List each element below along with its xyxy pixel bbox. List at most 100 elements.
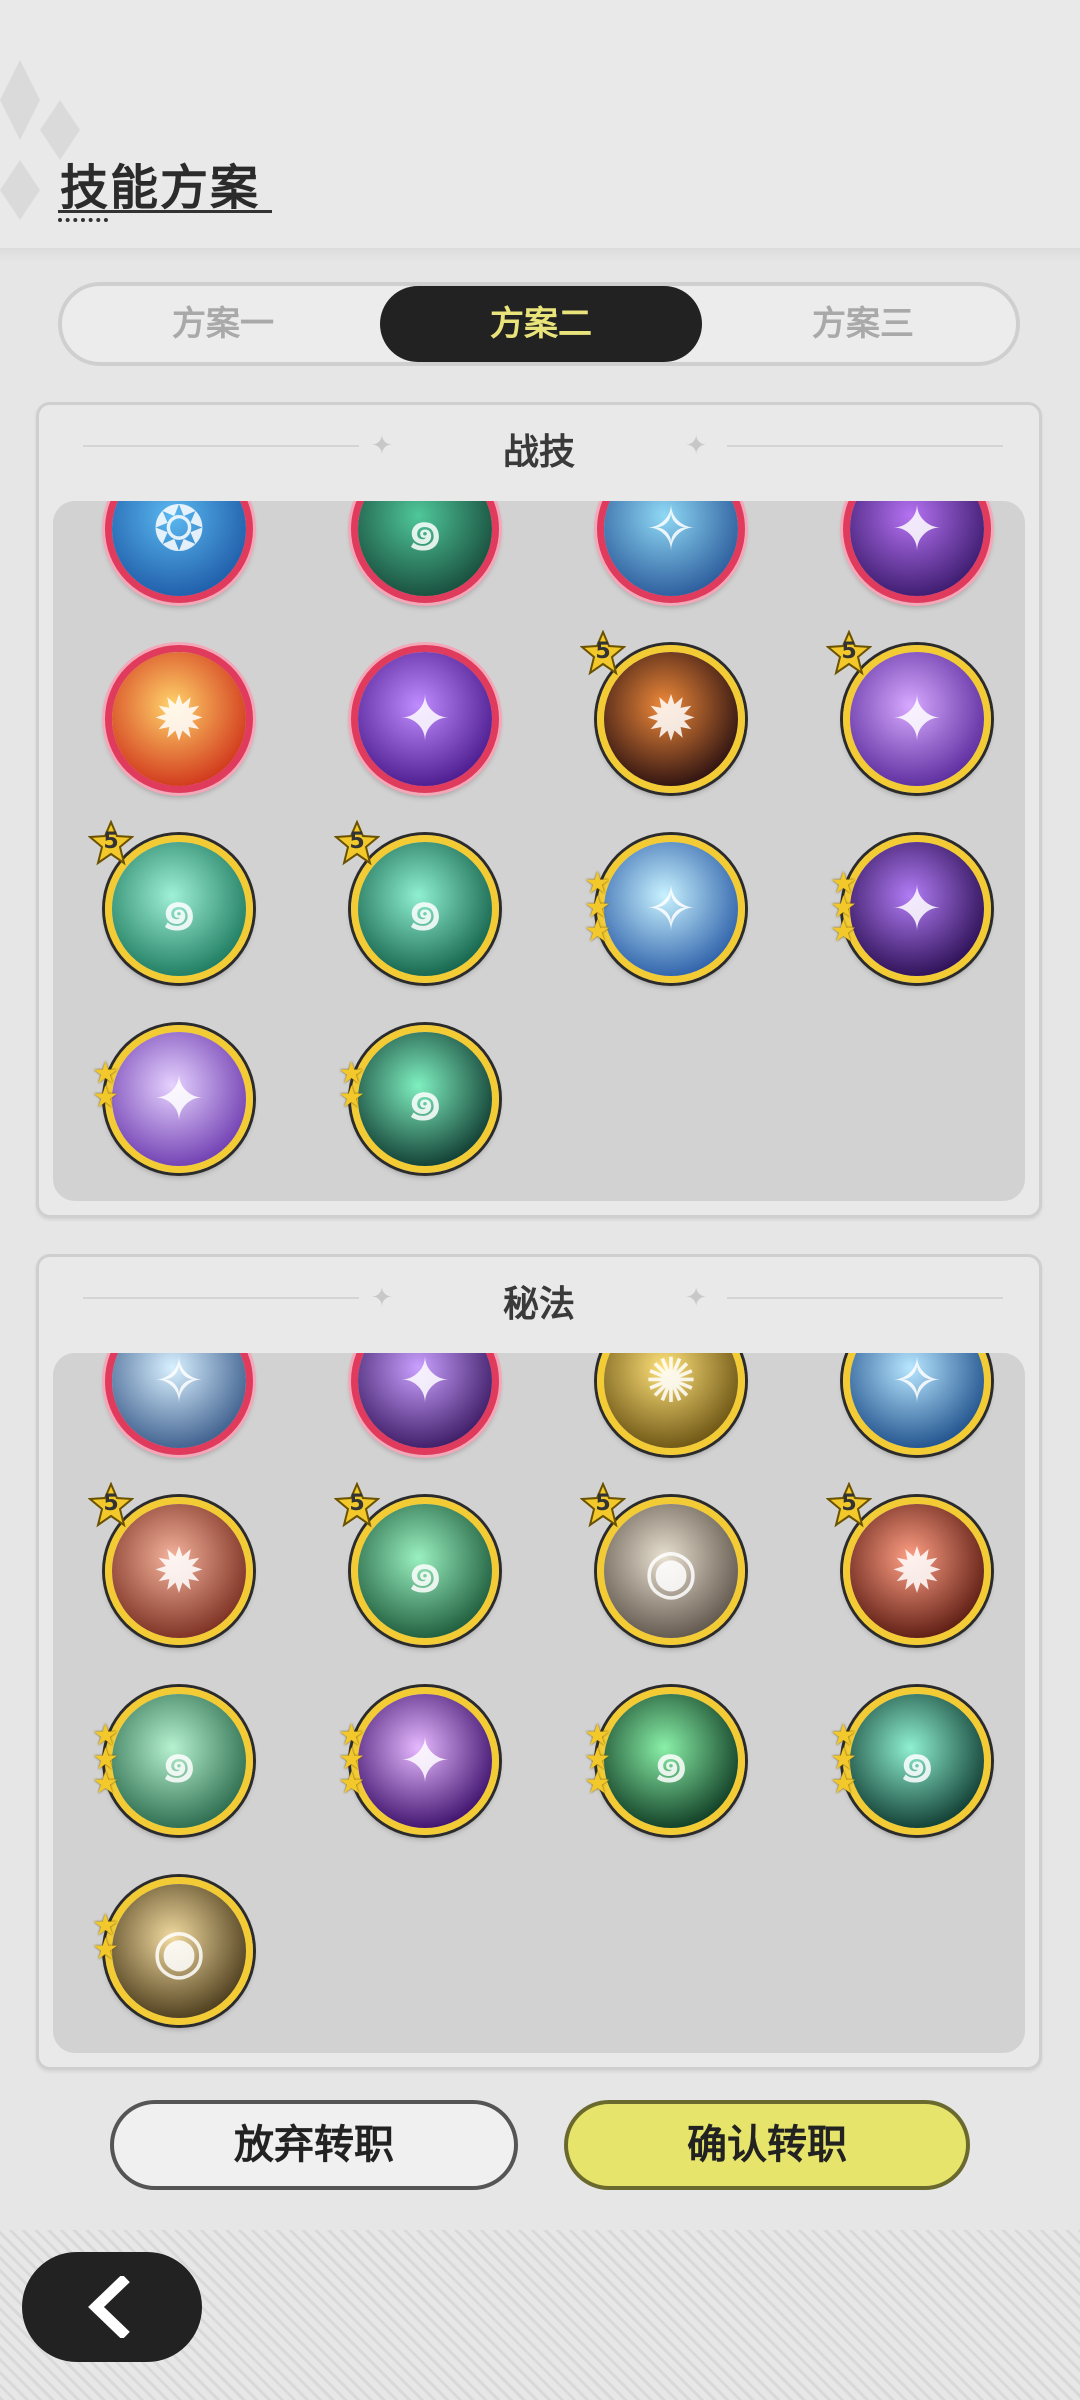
sparkle-icon: ✦	[685, 431, 707, 461]
fire-orb-icon: ✹	[153, 682, 205, 755]
arcane-skill-icon[interactable]: ✹ 5	[825, 1481, 991, 1645]
star-icon: ★	[338, 1766, 365, 1801]
star-rating: ★ ★ ★	[830, 869, 860, 949]
arcane-skills-panel: ✦ 秘法 ✦ ✧✦✺5✧5✹5๑5◉5✹5๑★★★✦★★★๑★★★๑★★★◉★★	[36, 1254, 1042, 2070]
arcane-skill-icon[interactable]: ✺5	[597, 1353, 745, 1455]
arcane-skill-icon[interactable]: ◉ 5	[579, 1481, 745, 1645]
star-rating: ★ ★ ★	[338, 1721, 368, 1801]
wind-figure-icon: ๑	[897, 1724, 937, 1797]
combat-skill-icon[interactable]: ✧ ★ ★ ★	[584, 835, 745, 983]
combat-skill-icon[interactable]: ✦	[843, 501, 991, 603]
star-rating: ★ ★ ★	[584, 869, 614, 949]
tab-scheme-3[interactable]: 方案三	[702, 286, 1024, 362]
star-icon: ★	[92, 1080, 119, 1115]
combat-skills-panel: ✦ 战技 ✦ ❂ ๑ ✧ ✦ ✹ ✦ ✹ 5 ✦ 5 ๑ 5 ๑ 5 ✧ ★ ★ ★ ✦ ★ ★ ★ ✦ ★ ★ ๑ ★ ★	[36, 402, 1042, 1218]
back-button[interactable]	[22, 2252, 202, 2362]
rank-number: 5	[103, 829, 119, 854]
combat-skill-icon[interactable]: ✦ 5	[825, 629, 991, 793]
ice-burst-icon: ✧	[645, 872, 697, 945]
wind-pillar-icon: ๑	[651, 1724, 691, 1797]
panel-title-arcane: 秘法	[502, 1284, 575, 1325]
void-flower-icon: ✦	[153, 1062, 205, 1135]
star-rating: ★ ★	[338, 1059, 368, 1115]
arcane-skill-icon[interactable]: ๑ ★ ★ ★	[830, 1687, 991, 1835]
void-crest-icon: ✦	[399, 682, 451, 755]
confirm-job-change-button[interactable]: 确认转职	[564, 2100, 970, 2190]
combat-skill-icon[interactable]: ✦ ★ ★ ★	[830, 835, 991, 983]
title-underline	[58, 210, 272, 213]
divider-line	[727, 1297, 1003, 1299]
rank-badge: 5	[579, 1481, 627, 1528]
title-dots	[58, 218, 108, 226]
rank-number: 5	[841, 639, 857, 664]
panel-title-combat: 战技	[502, 432, 575, 473]
arcane-skill-icon[interactable]: ๑ ★ ★ ★	[584, 1687, 745, 1835]
arcane-skill-icon[interactable]: ✧	[105, 1353, 253, 1455]
rank-number: 5	[595, 639, 611, 664]
rank-badge: 5	[333, 819, 381, 866]
rank-badge: 5	[825, 1481, 873, 1528]
star-rating: ★ ★ ★	[830, 1721, 860, 1801]
arcane-skill-icon[interactable]: ✦ ★ ★ ★	[338, 1687, 499, 1835]
combat-skill-icon[interactable]: ✦ ★ ★	[92, 1025, 253, 1173]
arcane-skill-icon[interactable]: ๑5	[333, 1481, 499, 1645]
tab-scheme-2[interactable]: 方案二	[380, 286, 702, 362]
arcane-skill-icon[interactable]: ◉ ★ ★	[92, 1877, 253, 2025]
ice-shard-icon: ✧	[645, 501, 697, 565]
combat-skill-grid[interactable]: ❂ ๑ ✧ ✦ ✹ ✦ ✹ 5 ✦ 5 ๑ 5 ๑ 5 ✧ ★ ★ ★ ✦ ★ ★ ★ ✦ ★ ★ ๑ ★ ★	[53, 501, 1025, 1201]
arcane-skill-icon[interactable]: ๑ ★ ★ ★	[92, 1687, 253, 1835]
abandon-job-change-button[interactable]: 放弃转职	[110, 2100, 518, 2190]
combat-skill-icon[interactable]: ๑ ★ ★	[338, 1025, 499, 1173]
tab-scheme-1[interactable]: 方案一	[62, 286, 384, 362]
arcane-skill-icon[interactable]: ✹ 5	[87, 1481, 253, 1645]
void-star-icon: ✦	[399, 1724, 451, 1797]
void-ring-icon: ✦	[891, 872, 943, 945]
combat-skill-icon[interactable]: ✦	[351, 645, 499, 793]
void-hand-icon: ✦	[399, 1353, 451, 1417]
rank-badge: 5	[87, 819, 135, 866]
void-tree-icon: ✦	[891, 501, 943, 565]
combat-skill-icon[interactable]: ๑5	[333, 819, 499, 983]
combat-skill-icon[interactable]: ๑	[351, 501, 499, 603]
star-rating: ★ ★ ★	[92, 1721, 122, 1801]
star-icon: ★	[584, 1766, 611, 1801]
sparkle-icon: ✦	[685, 1283, 707, 1313]
star-icon: ★	[92, 1932, 119, 1967]
rank-badge: 5	[87, 1481, 135, 1528]
combat-skill-icon[interactable]: ✹	[105, 645, 253, 793]
rank-number: 5	[349, 1491, 365, 1516]
star-rating: ★ ★	[92, 1911, 122, 1967]
combat-skill-icon[interactable]: ✧	[597, 501, 745, 603]
wind-spirit-icon: ๑	[405, 1062, 445, 1135]
star-icon: ★	[92, 1766, 119, 1801]
combat-skill-icon[interactable]: ๑5	[87, 819, 253, 983]
star-sparkle-icon: ✧	[153, 1353, 205, 1417]
arcane-skill-icon[interactable]: ✧5	[843, 1353, 991, 1455]
chevron-left-icon	[88, 2276, 130, 2338]
wind-shield-icon: ๑	[159, 1724, 199, 1797]
rank-badge: 5	[333, 1481, 381, 1528]
rank-number: 5	[841, 1491, 857, 1516]
star-icon: ★	[830, 914, 857, 949]
earth-guardian-icon: ◉	[151, 1914, 207, 1987]
light-rise-icon: ✺	[645, 1353, 697, 1417]
arcane-skill-grid[interactable]: ✧✦✺5✧5✹5๑5◉5✹5๑★★★✦★★★๑★★★๑★★★◉★★	[53, 1353, 1025, 2053]
divider-line	[727, 445, 1003, 447]
rank-number: 5	[103, 1491, 119, 1516]
star-icon: ★	[830, 1766, 857, 1801]
wind-swirl-icon: ๑	[405, 501, 445, 565]
star-rating: ★ ★	[92, 1059, 122, 1115]
scheme-tabs: 方案一 方案二 方案三	[58, 282, 1020, 366]
star-icon: ★	[338, 1080, 365, 1115]
rank-number: 5	[349, 829, 365, 854]
rank-badge: 5	[579, 629, 627, 676]
page-title: 技能方案	[60, 160, 261, 216]
star-rating: ★ ★ ★	[584, 1721, 614, 1801]
rank-number: 5	[595, 1491, 611, 1516]
combat-skill-icon[interactable]: ❂	[105, 501, 253, 603]
ice-wing-icon: ✧	[891, 1353, 943, 1417]
star-icon: ★	[584, 914, 611, 949]
header-shadow	[0, 248, 1080, 262]
arcane-skill-icon[interactable]: ✦	[351, 1353, 499, 1455]
combat-skill-icon[interactable]: ✹ 5	[579, 629, 745, 793]
